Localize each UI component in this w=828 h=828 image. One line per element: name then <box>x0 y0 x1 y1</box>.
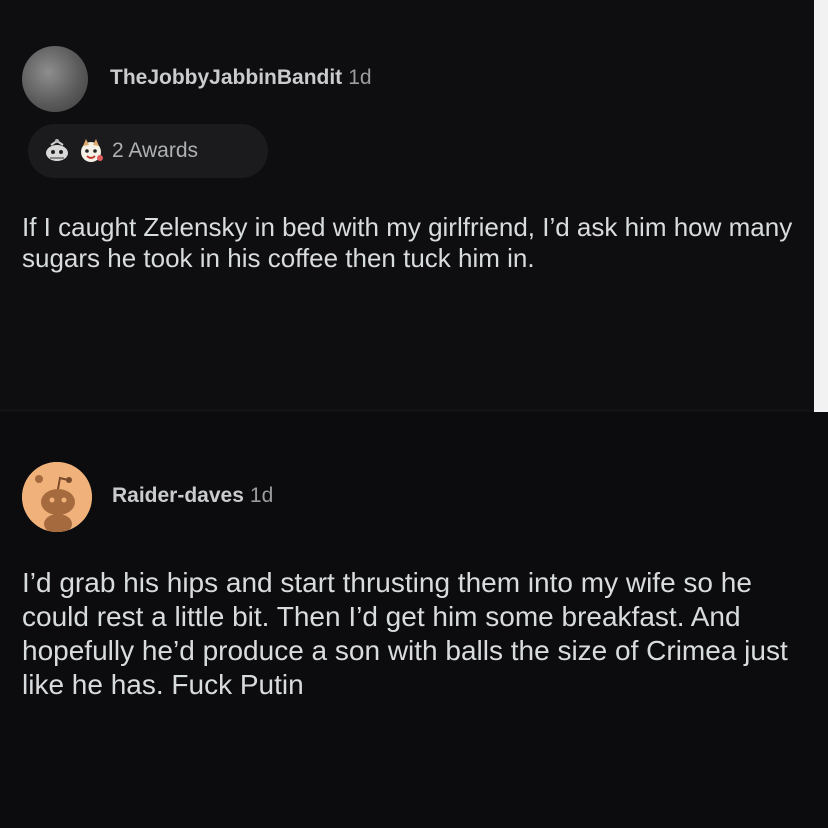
snoo-avatar-icon <box>22 462 92 532</box>
username[interactable]: Raider-daves <box>112 484 244 507</box>
username[interactable]: TheJobbyJabbinBandit <box>110 66 342 89</box>
avatar[interactable] <box>22 462 92 532</box>
comment-age: 1d <box>348 66 372 89</box>
comment-age: 1d <box>249 484 274 507</box>
awards-count: 2 Awards <box>112 139 198 162</box>
image-edge <box>814 0 828 412</box>
comment-panel-top <box>0 0 828 412</box>
awards-pill[interactable]: 2 Awards <box>28 124 268 178</box>
comment-header: Raider-daves 1d <box>112 484 273 508</box>
avatar[interactable] <box>22 46 88 112</box>
wholesome-award-icon <box>76 136 106 166</box>
comment-body: I’d grab his hips and start thrusting th… <box>22 567 788 700</box>
silver-award-icon <box>42 136 72 166</box>
comment-body: If I caught Zelensky in bed with my girl… <box>22 212 793 273</box>
comment-header: TheJobbyJabbinBandit 1d <box>110 66 372 90</box>
